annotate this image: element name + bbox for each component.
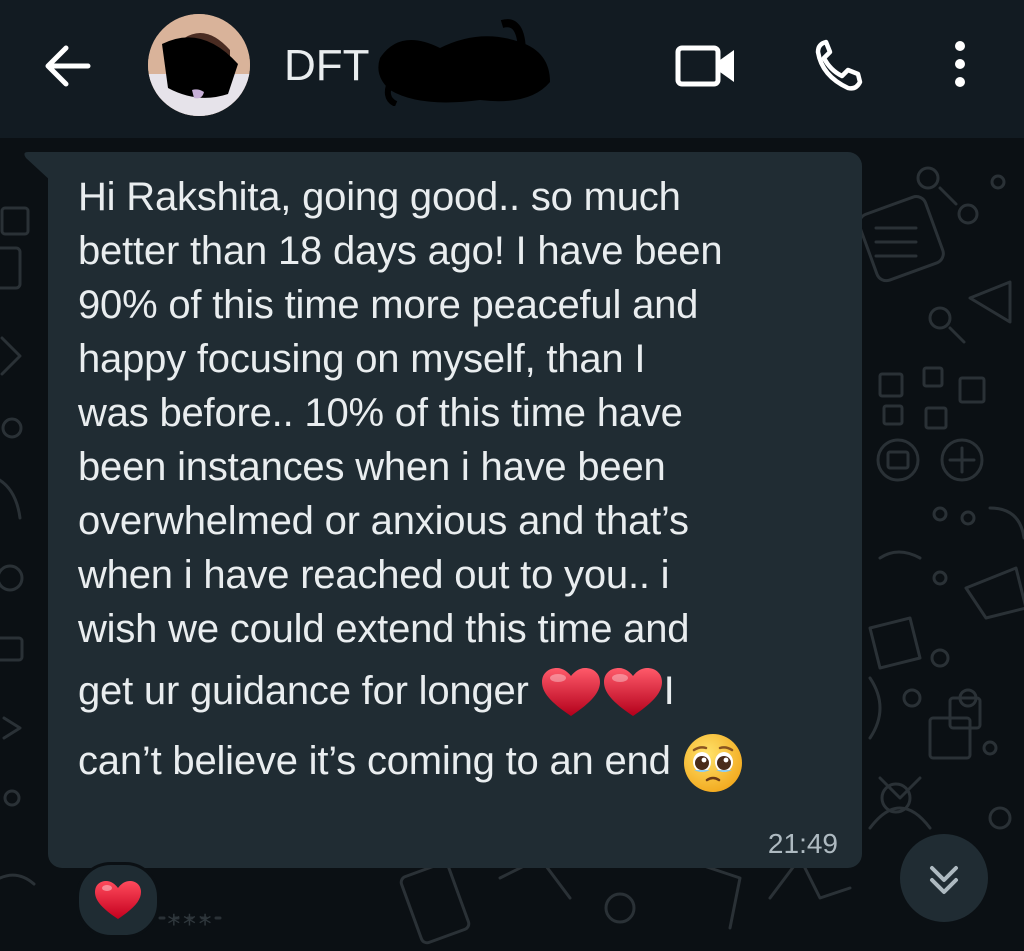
message-line-with-hearts: get ur guidance for longer I	[78, 656, 848, 726]
message-line: been instances when i have been	[78, 445, 666, 489]
video-call-icon	[675, 45, 734, 87]
video-call-button[interactable]	[672, 36, 740, 96]
chat-header: DFT C...	[0, 0, 1024, 138]
red-heart-emoji	[603, 668, 662, 717]
more-vert-icon	[955, 41, 965, 87]
arrow-back-icon	[45, 45, 91, 87]
message-reaction[interactable]	[76, 862, 160, 938]
chat-screen: *** DFT C... Hi Rakshita, going good.. s…	[0, 0, 1024, 951]
double-chevron-down-icon	[930, 866, 958, 894]
avatar-photo	[148, 14, 250, 116]
contact-avatar[interactable]	[148, 14, 250, 116]
back-button[interactable]	[40, 38, 96, 94]
message-line: wish we could extend this time and	[78, 607, 690, 651]
message-timestamp: 21:49	[767, 828, 838, 859]
message-line: I	[663, 669, 675, 713]
message-line: overwhelmed or anxious and that’s	[78, 499, 689, 543]
message-line: better than 18 days ago! I have been	[78, 229, 723, 273]
message-line: when i have reached out to you.. i	[78, 553, 670, 597]
scroll-to-bottom-button[interactable]	[900, 834, 988, 922]
voice-call-button[interactable]	[812, 34, 872, 94]
message-line: get ur guidance for longer	[78, 669, 529, 713]
more-options-button[interactable]	[940, 34, 980, 94]
message-line: happy focusing on myself, than I	[78, 337, 646, 381]
message-line: Hi Rakshita, going good.. so much	[78, 175, 681, 219]
red-heart-emoji	[541, 668, 600, 717]
svg-text:***: ***	[166, 910, 213, 940]
message-line: was before.. 10% of this time have	[78, 391, 683, 435]
message-text: Hi Rakshita, going good.. so much better…	[78, 170, 848, 796]
pleading-face-emoji	[683, 734, 742, 793]
message-line-with-emoji: can’t believe it’s coming to an end	[78, 726, 848, 796]
message-line: can’t believe it’s coming to an end	[78, 739, 671, 783]
red-heart-emoji	[95, 881, 141, 919]
phone-icon	[815, 39, 863, 91]
name-redaction-scribble	[378, 19, 550, 106]
message-line: 90% of this time more peaceful and	[78, 283, 699, 327]
